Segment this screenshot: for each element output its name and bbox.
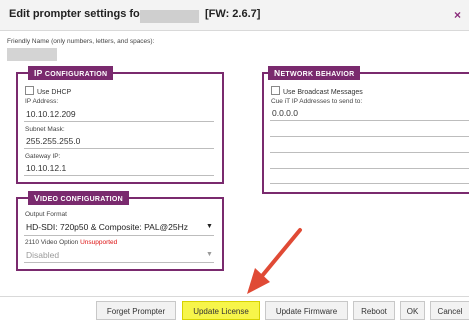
cancel-button[interactable]: Cancel: [430, 301, 469, 320]
forget-prompter-button[interactable]: Forget Prompter: [96, 301, 176, 320]
footer-divider: [0, 296, 469, 297]
prompter-settings-dialog: Edit prompter settings for [FW: 2.6.7] ×…: [0, 0, 469, 322]
reboot-button[interactable]: Reboot: [353, 301, 395, 320]
ok-button[interactable]: OK: [400, 301, 425, 320]
update-license-button[interactable]: Update License: [182, 301, 260, 320]
annotation-arrow-icon: [247, 228, 302, 294]
update-firmware-button[interactable]: Update Firmware: [265, 301, 348, 320]
